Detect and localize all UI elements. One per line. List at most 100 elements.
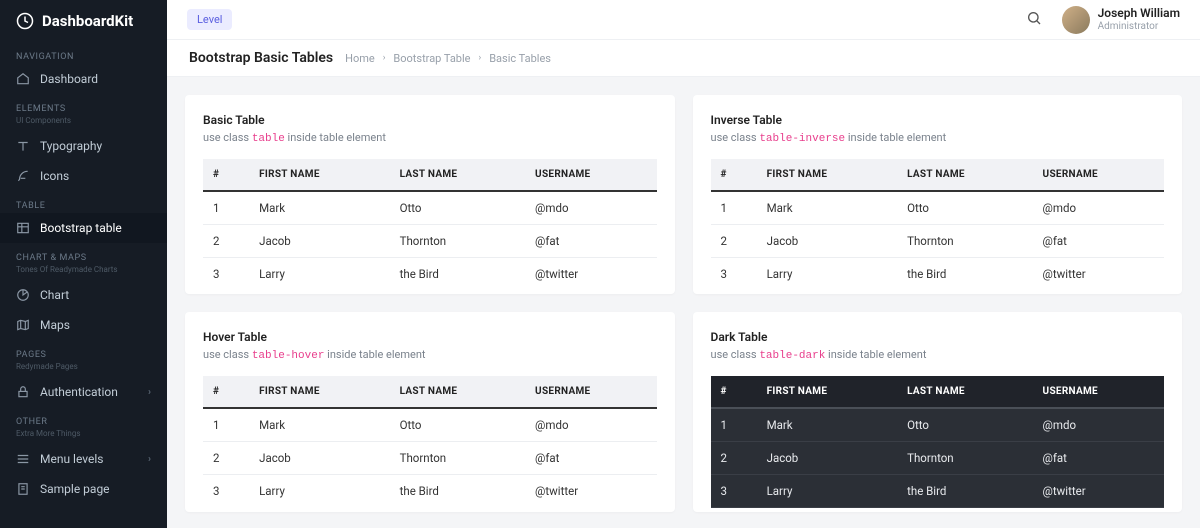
sidebar-item-label: Icons: [40, 169, 69, 183]
column-header: #: [203, 376, 249, 408]
map-icon: [16, 318, 30, 332]
nav-section-label: TABLE: [0, 191, 167, 213]
sidebar-item-sample-page[interactable]: Sample page: [0, 474, 167, 504]
sidebar-item-label: Typography: [40, 139, 102, 153]
brand-text: DashboardKit: [42, 12, 133, 30]
user-name: Joseph William: [1098, 7, 1180, 20]
sidebar-item-label: Chart: [40, 288, 69, 302]
table-cell: Mark: [757, 191, 897, 225]
table-cell: 1: [203, 191, 249, 225]
table-cell: @fat: [1033, 225, 1164, 258]
table-row: 1MarkOtto@mdo: [711, 408, 1165, 442]
table-cell: @fat: [525, 442, 656, 475]
type-icon: [16, 139, 30, 153]
card-subtitle: use class table-hover inside table eleme…: [203, 348, 657, 362]
table-row: 1MarkOtto@mdo: [203, 408, 657, 442]
sidebar-item-chart[interactable]: Chart: [0, 280, 167, 310]
sidebar-item-maps[interactable]: Maps: [0, 310, 167, 340]
card-subtitle: use class table-inverse inside table ele…: [711, 131, 1165, 145]
sidebar-item-label: Sample page: [40, 482, 110, 496]
table-cell: @twitter: [525, 258, 656, 291]
column-header: FIRST NAME: [249, 376, 389, 408]
search-icon[interactable]: [1026, 10, 1042, 30]
basic-table: #FIRST NAMELAST NAMEUSERNAME1MarkOtto@md…: [203, 159, 657, 290]
table-cell: Mark: [249, 191, 389, 225]
home-icon: [16, 72, 30, 86]
sidebar-item-menu-levels[interactable]: Menu levels›: [0, 444, 167, 474]
table-row: 1MarkOtto@mdo: [203, 191, 657, 225]
hover-table: #FIRST NAMELAST NAMEUSERNAME1MarkOtto@md…: [203, 376, 657, 507]
table-cell: @fat: [1033, 442, 1164, 475]
sidebar-item-label: Maps: [40, 318, 70, 332]
table-row: 2JacobThornton@fat: [711, 225, 1165, 258]
chevron-right-icon: ›: [383, 53, 386, 63]
nav-section-label: ELEMENTS: [0, 94, 167, 116]
table-cell: Thornton: [897, 225, 1032, 258]
column-header: FIRST NAME: [249, 159, 389, 191]
card-subtitle: use class table-dark inside table elemen…: [711, 348, 1165, 362]
breadcrumb-item: Basic Tables: [489, 52, 551, 65]
avatar[interactable]: [1062, 6, 1090, 34]
table-cell: Jacob: [249, 442, 389, 475]
table-cell: 3: [711, 475, 757, 508]
table-cell: the Bird: [897, 475, 1032, 508]
table-cell: @twitter: [1033, 258, 1164, 291]
brand-logo[interactable]: DashboardKit: [0, 0, 167, 42]
chevron-right-icon: ›: [148, 387, 151, 398]
user-menu[interactable]: Joseph William Administrator: [1098, 7, 1180, 31]
column-header: FIRST NAME: [757, 376, 897, 408]
sidebar-item-dashboard[interactable]: Dashboard: [0, 64, 167, 94]
feather-icon: [16, 169, 30, 183]
table-row: 1MarkOtto@mdo: [711, 191, 1165, 225]
pie-icon: [16, 288, 30, 302]
inverse-table: #FIRST NAMELAST NAMEUSERNAME1MarkOtto@md…: [711, 159, 1165, 290]
table-cell: 2: [203, 442, 249, 475]
card-subtitle: use class table inside table element: [203, 131, 657, 145]
logo-icon: [16, 12, 34, 30]
column-header: USERNAME: [1033, 159, 1164, 191]
level-button[interactable]: Level: [187, 9, 232, 30]
table-cell: Larry: [249, 475, 389, 508]
table-cell: 3: [203, 258, 249, 291]
user-role: Administrator: [1098, 21, 1180, 32]
sidebar-item-icons[interactable]: Icons: [0, 161, 167, 191]
table-cell: @mdo: [525, 408, 656, 442]
breadcrumb-item[interactable]: Home: [345, 52, 375, 65]
breadcrumb-item[interactable]: Bootstrap Table: [393, 52, 470, 65]
table-cell: 1: [203, 408, 249, 442]
table-cell: Mark: [757, 408, 897, 442]
dark-table: #FIRST NAMELAST NAMEUSERNAME1MarkOtto@md…: [711, 376, 1165, 508]
table-cell: Mark: [249, 408, 389, 442]
table-cell: Otto: [897, 191, 1032, 225]
card-dark-table: Dark Table use class table-dark inside t…: [693, 312, 1183, 512]
page-icon: [16, 482, 30, 496]
menu-icon: [16, 452, 30, 466]
nav-section-sublabel: Extra More Things: [0, 429, 167, 444]
table-row: 2JacobThornton@fat: [711, 442, 1165, 475]
table-row: 3Larrythe Bird@twitter: [711, 475, 1165, 508]
nav-section-sublabel: Tones Of Readymade Charts: [0, 265, 167, 280]
table-cell: 3: [711, 258, 757, 291]
sidebar-item-bootstrap-table[interactable]: Bootstrap table: [0, 213, 167, 243]
card-hover-table: Hover Table use class table-hover inside…: [185, 312, 675, 512]
card-title: Dark Table: [711, 330, 1165, 344]
card-inverse-table: Inverse Table use class table-inverse in…: [693, 95, 1183, 294]
column-header: USERNAME: [525, 159, 656, 191]
sidebar-item-authentication[interactable]: Authentication ›: [0, 377, 167, 407]
table-cell: @fat: [525, 225, 656, 258]
table-row: 3Larrythe Bird@twitter: [711, 258, 1165, 291]
sidebar-item-typography[interactable]: Typography: [0, 131, 167, 161]
table-cell: 3: [203, 475, 249, 508]
column-header: LAST NAME: [390, 376, 525, 408]
column-header: #: [711, 376, 757, 408]
column-header: #: [203, 159, 249, 191]
table-cell: @twitter: [1033, 475, 1164, 508]
column-header: USERNAME: [1033, 376, 1164, 408]
table-cell: the Bird: [390, 475, 525, 508]
table-row: 3Larrythe Bird@twitter: [203, 258, 657, 291]
table-cell: Larry: [249, 258, 389, 291]
sidebar-item-label: Authentication: [40, 385, 118, 399]
table-row: 2JacobThornton@fat: [203, 225, 657, 258]
nav-section-sublabel: Redymade Pages: [0, 362, 167, 377]
card-title: Basic Table: [203, 113, 657, 127]
